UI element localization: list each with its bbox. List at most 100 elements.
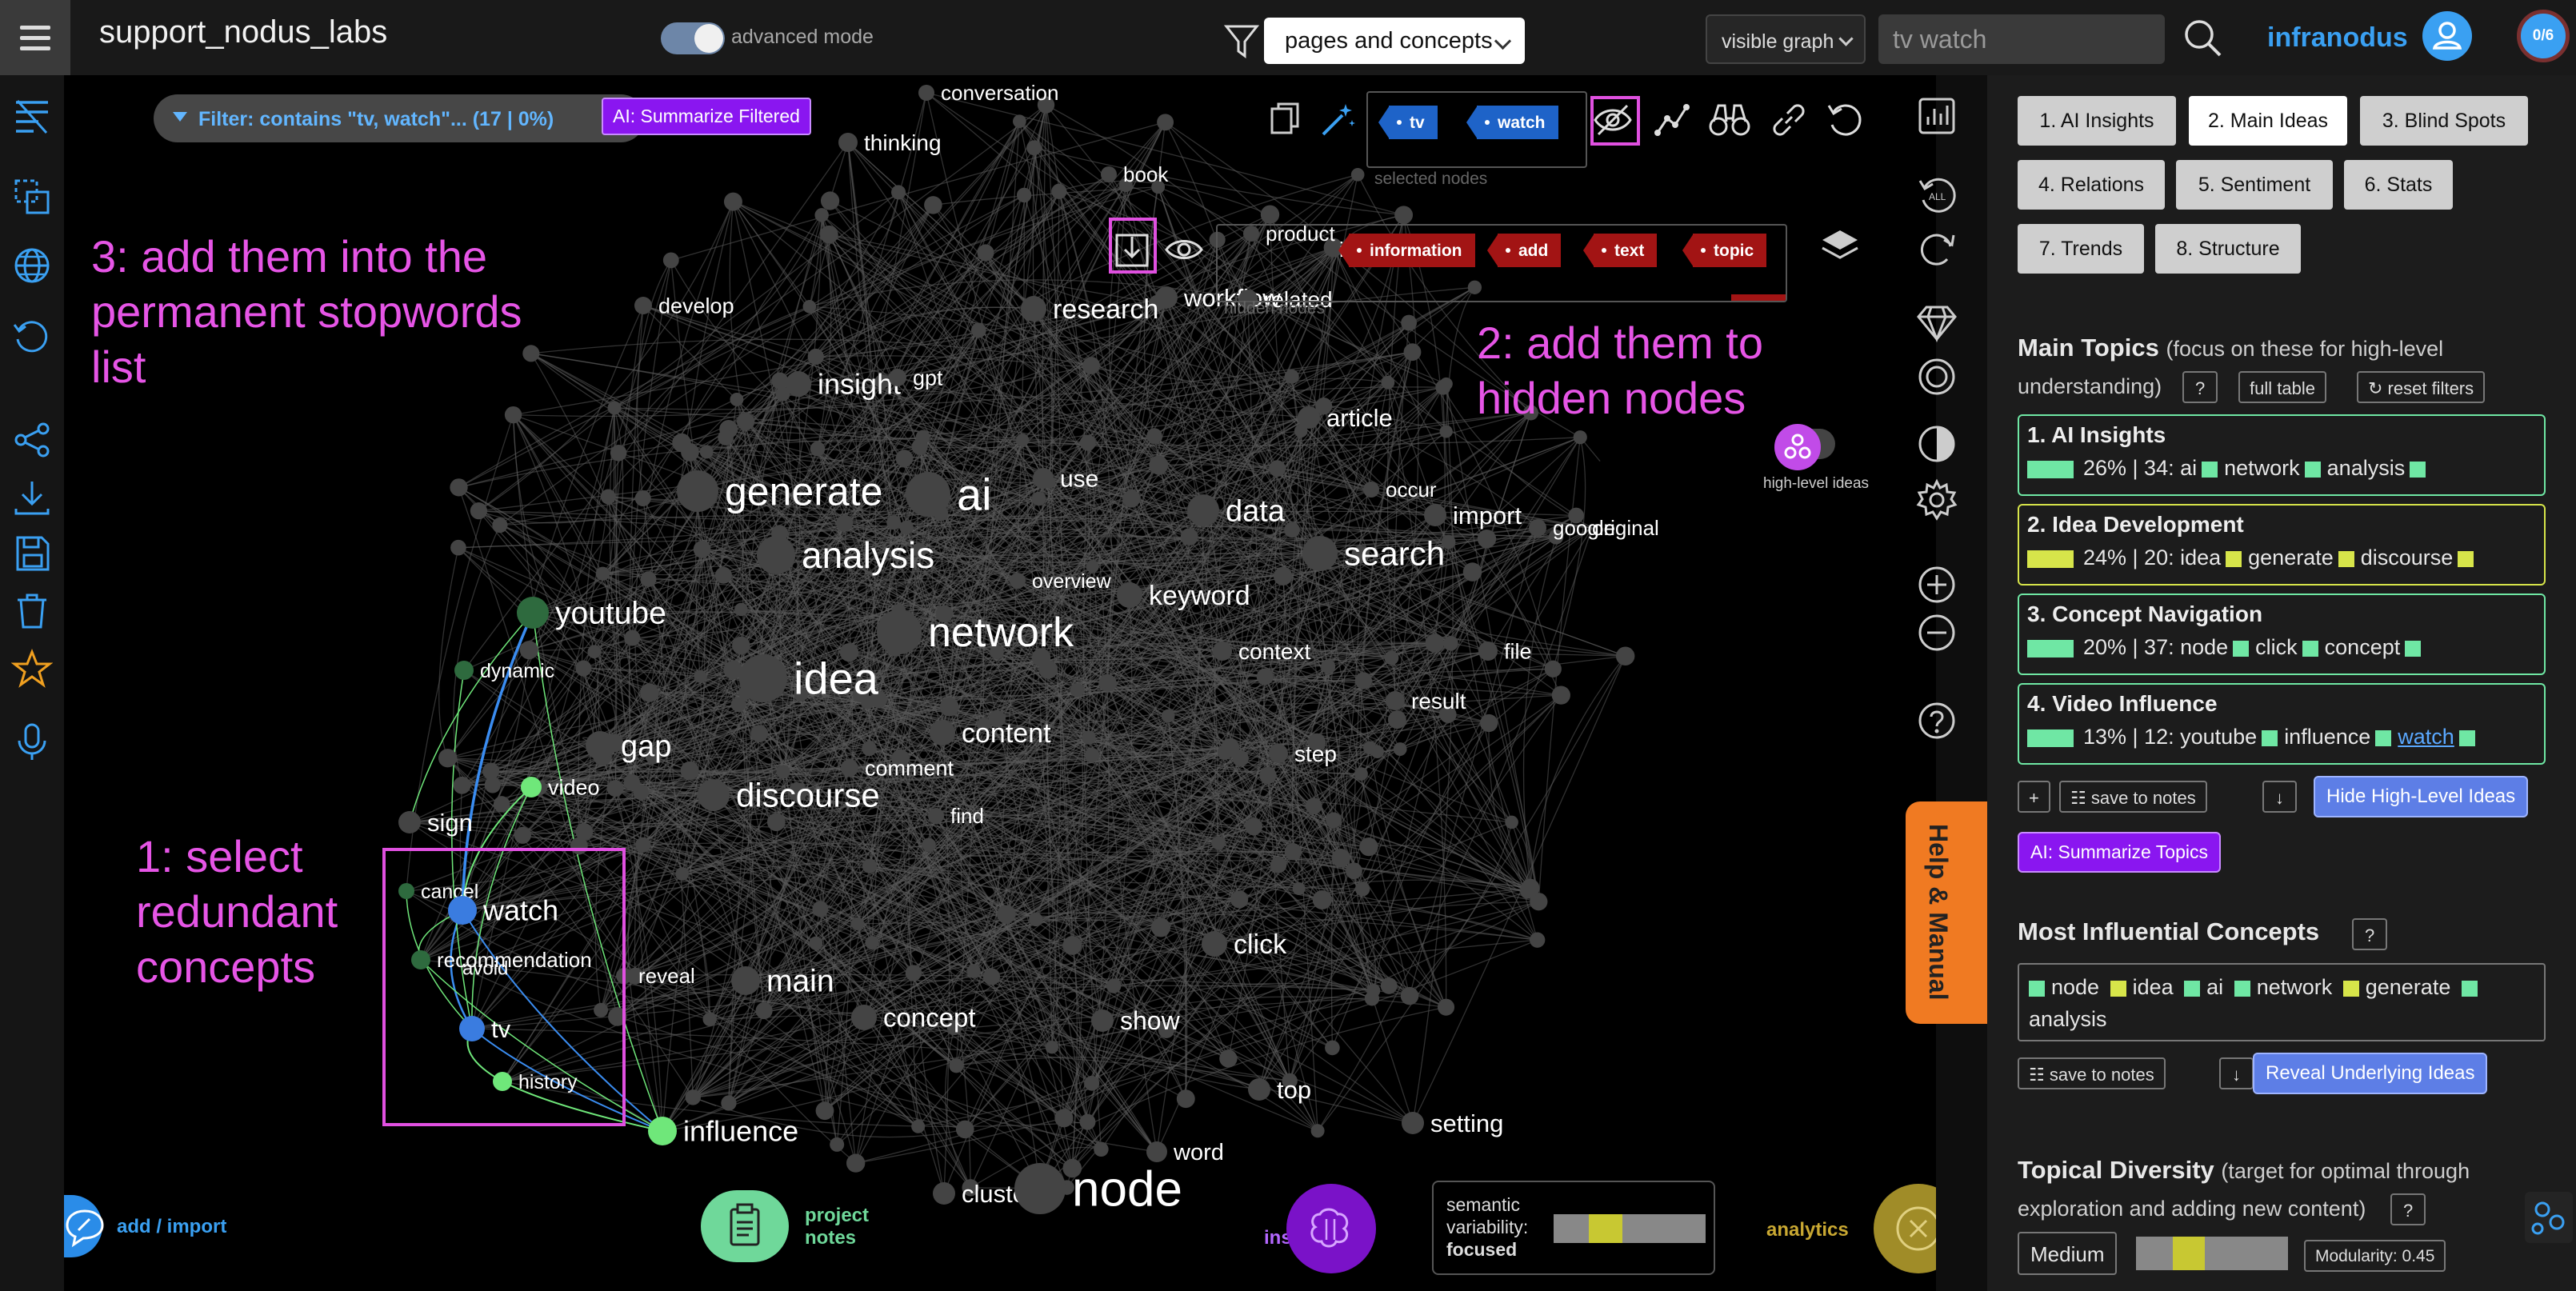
help-question-icon[interactable]: [1915, 699, 1958, 742]
graph-node-unlabeled[interactable]: [453, 776, 471, 794]
graph-node-unlabeled[interactable]: [730, 392, 744, 406]
graph-node-unlabeled[interactable]: [595, 566, 610, 581]
graph-node-label[interactable]: result: [1411, 689, 1466, 713]
graph-node-unlabeled[interactable]: [1400, 986, 1419, 1005]
topic-card[interactable]: 3. Concept Navigation 20% | 37: node clic…: [2018, 594, 2546, 675]
graph-node-unlabeled[interactable]: [1082, 730, 1096, 745]
magic-wand-icon[interactable]: [1317, 99, 1358, 141]
graph-node-unlabeled[interactable]: [702, 1012, 717, 1026]
graph-node-unlabeled[interactable]: [1325, 1040, 1340, 1056]
graph-node-unlabeled[interactable]: [1355, 881, 1370, 897]
advanced-mode-toggle[interactable]: [661, 22, 725, 54]
tab-main-ideas[interactable]: 2. Main Ideas: [2189, 96, 2347, 146]
graph-node-unlabeled[interactable]: [891, 185, 906, 200]
graph-node-unlabeled[interactable]: [1051, 183, 1067, 199]
graph-node-unlabeled[interactable]: [1393, 742, 1407, 756]
graph-node-unlabeled[interactable]: [718, 430, 734, 446]
graph-node-unlabeled[interactable]: [1425, 634, 1445, 653]
influential-word[interactable]: generate: [2366, 975, 2451, 999]
graph-node-label[interactable]: ai: [957, 470, 992, 520]
graph-node[interactable]: [1187, 494, 1219, 526]
graph-node-unlabeled[interactable]: [865, 936, 879, 949]
graph-node-unlabeled[interactable]: [1346, 862, 1362, 880]
ai-summarize-topics-button[interactable]: AI: Summarize Topics: [2018, 832, 2221, 873]
graph-node-unlabeled[interactable]: [699, 445, 714, 459]
graph-node-label[interactable]: insight: [818, 368, 901, 401]
graph-node-label[interactable]: click: [1234, 929, 1287, 960]
graph-node-unlabeled[interactable]: [836, 514, 854, 532]
search-input[interactable]: [1878, 14, 2165, 64]
graph-node-unlabeled[interactable]: [1381, 375, 1395, 390]
graph-node-label[interactable]: idea: [794, 653, 879, 704]
graph-node[interactable]: [731, 966, 760, 995]
graph-node-unlabeled[interactable]: [1062, 936, 1082, 955]
graph-node-unlabeled[interactable]: [606, 780, 624, 797]
graph-node-unlabeled[interactable]: [635, 837, 651, 853]
graph-node-unlabeled[interactable]: [886, 515, 902, 530]
graph-node-unlabeled[interactable]: [755, 1001, 773, 1020]
graph-node-unlabeled[interactable]: [1270, 856, 1287, 873]
user-avatar[interactable]: [2422, 11, 2472, 61]
graph-node-unlabeled[interactable]: [1045, 1041, 1059, 1054]
graph-node-unlabeled[interactable]: [1149, 455, 1169, 475]
ai-insights-button[interactable]: [1286, 1184, 1376, 1273]
graph-node-unlabeled[interactable]: [1098, 673, 1117, 692]
graph-node-unlabeled[interactable]: [1354, 767, 1368, 781]
graph-node-unlabeled[interactable]: [662, 252, 679, 269]
graph-node-unlabeled[interactable]: [610, 445, 627, 462]
graph-node-unlabeled[interactable]: [680, 761, 699, 780]
graph-node-unlabeled[interactable]: [1394, 206, 1414, 225]
network-graph-canvas[interactable]: conversationthinkingbookproductinformati…: [64, 75, 1936, 1291]
graph-node[interactable]: [838, 133, 858, 152]
graph-node-label[interactable]: content: [962, 718, 1051, 749]
graph-node[interactable]: [1424, 504, 1446, 526]
copy-icon[interactable]: [1266, 99, 1306, 139]
graph-node-unlabeled[interactable]: [736, 412, 755, 431]
graph-node[interactable]: [851, 1005, 877, 1030]
graph-node-label[interactable]: gap: [621, 729, 671, 763]
graph-node[interactable]: [648, 1117, 677, 1145]
graph-node[interactable]: [757, 536, 795, 574]
graph-node[interactable]: [1091, 1009, 1114, 1032]
graph-node-unlabeled[interactable]: [850, 917, 865, 931]
graph-node[interactable]: [634, 297, 652, 314]
graph-node-unlabeled[interactable]: [846, 1153, 866, 1173]
select-area-icon[interactable]: [11, 176, 53, 218]
graph-node-label[interactable]: concept: [883, 1003, 976, 1033]
graph-node-label[interactable]: dynamic: [480, 660, 554, 682]
add-comment-icon[interactable]: [64, 1205, 107, 1249]
graph-node-unlabeled[interactable]: [694, 669, 707, 683]
graph-node-unlabeled[interactable]: [982, 968, 1001, 985]
star-icon[interactable]: [11, 648, 53, 689]
graph-node-unlabeled[interactable]: [732, 636, 750, 655]
graph-node-unlabeled[interactable]: [1176, 1089, 1195, 1109]
hidden-node-tag[interactable]: text: [1582, 234, 1658, 267]
graph-node-unlabeled[interactable]: [1326, 812, 1342, 829]
diamond-icon[interactable]: [1915, 301, 1958, 344]
microphone-icon[interactable]: [11, 721, 53, 763]
graph-node-label[interactable]: setting: [1430, 1109, 1503, 1137]
tab-trends[interactable]: 7. Trends: [2018, 224, 2144, 274]
analytics-label[interactable]: analytics: [1766, 1219, 1849, 1241]
download-topics-button[interactable]: ↓: [2262, 781, 2297, 813]
graph-node[interactable]: [1014, 1163, 1066, 1214]
graph-node[interactable]: [677, 470, 718, 512]
graph-node-unlabeled[interactable]: [470, 502, 488, 520]
graph-node-unlabeled[interactable]: [766, 813, 786, 832]
graph-node-unlabeled[interactable]: [522, 345, 540, 362]
graph-node-unlabeled[interactable]: [1363, 741, 1377, 754]
graph-node-label[interactable]: search: [1344, 535, 1445, 573]
graph-node-unlabeled[interactable]: [1354, 672, 1373, 689]
graph-node-unlabeled[interactable]: [1038, 660, 1058, 679]
graph-node-unlabeled[interactable]: [1401, 314, 1418, 331]
graph-node-unlabeled[interactable]: [519, 641, 538, 660]
graph-node-unlabeled[interactable]: [830, 1137, 845, 1152]
graph-node-unlabeled[interactable]: [820, 191, 840, 210]
graph-node-label[interactable]: original: [1592, 516, 1659, 540]
graph-node[interactable]: [1101, 166, 1117, 182]
project-title[interactable]: support_nodus_labs: [99, 14, 387, 50]
graph-node-unlabeled[interactable]: [1106, 978, 1122, 993]
graph-node-label[interactable]: overview: [1032, 570, 1112, 593]
graph-node-unlabeled[interactable]: [482, 762, 500, 780]
graph-node-unlabeled[interactable]: [807, 348, 824, 366]
